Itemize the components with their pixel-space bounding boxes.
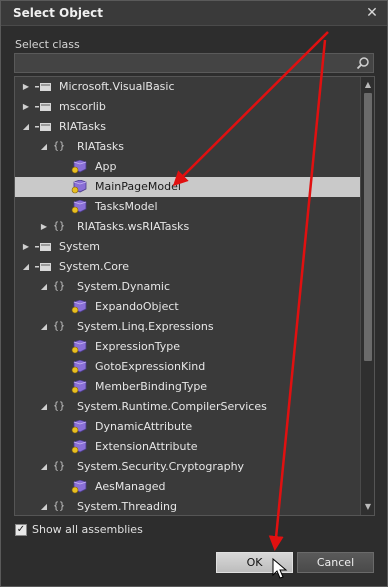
tree-rows: ▶ Microsoft.VisualBasic ▶ mscorlib ◢ RIATasks… <box>15 77 361 515</box>
collapsed-arrow-icon[interactable]: ▶ <box>21 97 31 117</box>
namespace-icon: {} <box>53 461 66 472</box>
expanded-arrow-icon[interactable]: ◢ <box>39 277 49 297</box>
tree-row-system-linq-expressions[interactable]: ◢ {} System.Linq.Expressions <box>15 317 361 337</box>
expanded-arrow-icon[interactable]: ◢ <box>39 317 49 337</box>
namespace-icon: {} <box>53 141 66 152</box>
search-icon[interactable] <box>356 56 370 70</box>
tree-row-label: System.Security.Cryptography <box>77 460 245 473</box>
namespace-icon: {} <box>53 501 66 512</box>
tree-row-aesmanaged[interactable]: AesManaged <box>15 477 361 497</box>
assembly-icon <box>35 240 53 254</box>
tree-row-expandoobject[interactable]: ExpandoObject <box>15 297 361 317</box>
namespace-icon: {} <box>53 321 66 332</box>
class-icon <box>71 419 89 434</box>
tree-row-mainpagemodel[interactable]: MainPageModel <box>15 177 361 197</box>
tree-row-label: TasksModel <box>95 200 158 213</box>
ok-button[interactable]: OK <box>216 552 293 573</box>
namespace-icon: {} <box>53 401 66 412</box>
show-all-label: Show all assemblies <box>32 523 143 536</box>
namespace-icon: {} <box>53 221 66 232</box>
tree-row-system-runtime-compilerservices[interactable]: ◢ {} System.Runtime.CompilerServices <box>15 397 361 417</box>
tree-row-label: DynamicAttribute <box>95 420 193 433</box>
tree-row-extensionattribute[interactable]: ExtensionAttribute <box>15 437 361 457</box>
tree-row-app[interactable]: App <box>15 157 361 177</box>
class-tree[interactable]: ▶ Microsoft.VisualBasic ▶ mscorlib ◢ RIATasks… <box>14 76 375 516</box>
tree-row-label: System <box>59 240 101 253</box>
tree-row-label: ExtensionAttribute <box>95 440 198 453</box>
scroll-down-icon[interactable]: ▼ <box>363 502 373 512</box>
tree-row-label: System.Core <box>59 260 129 273</box>
class-icon <box>71 339 89 354</box>
tree-row-riatasks-wsriatasks[interactable]: ▶ {} RIATasks.wsRIATasks <box>15 217 361 237</box>
select-object-dialog: Select Object ✕ Select class ▶ Microsoft.… <box>0 0 388 587</box>
cancel-button[interactable]: Cancel <box>297 552 374 573</box>
tree-row-label: App <box>95 160 117 173</box>
tree-row-label: System.Dynamic <box>77 280 171 293</box>
tree-row-label: GotoExpressionKind <box>95 360 206 373</box>
tree-scrollbar[interactable]: ▲ ▼ <box>360 77 374 515</box>
class-icon <box>71 299 89 314</box>
assembly-icon <box>35 120 53 134</box>
class-icon <box>71 439 89 454</box>
search-input[interactable] <box>15 54 373 72</box>
tree-row-label: ExpandoObject <box>95 300 179 313</box>
class-icon <box>71 359 89 374</box>
tree-row-label: RIATasks.wsRIATasks <box>77 220 190 233</box>
dialog-title: Select Object <box>13 6 103 20</box>
tree-row-label: mscorlib <box>59 100 106 113</box>
assembly-icon <box>35 260 53 274</box>
tree-row-system[interactable]: ▶ System <box>15 237 361 257</box>
tree-row-label: AesManaged <box>95 480 166 493</box>
tree-row-memberbindingtype[interactable]: MemberBindingType <box>15 377 361 397</box>
tree-row-label: System.Linq.Expressions <box>77 320 214 333</box>
tree-row-label: MainPageModel <box>95 180 181 193</box>
collapsed-arrow-icon[interactable]: ▶ <box>21 237 31 257</box>
assembly-icon <box>35 100 53 114</box>
tree-row-system-threading[interactable]: ◢ {} System.Threading <box>15 497 361 515</box>
tree-row-label: ExpressionType <box>95 340 180 353</box>
select-class-label: Select class <box>15 38 80 51</box>
class-icon <box>71 179 89 194</box>
tree-row-mscorlib[interactable]: ▶ mscorlib <box>15 97 361 117</box>
expanded-arrow-icon[interactable]: ◢ <box>39 397 49 417</box>
scroll-up-icon[interactable]: ▲ <box>363 80 373 90</box>
expanded-arrow-icon[interactable]: ◢ <box>39 137 49 157</box>
expanded-arrow-icon[interactable]: ◢ <box>39 457 49 477</box>
close-icon[interactable]: ✕ <box>363 4 381 22</box>
tree-row-dynamicattribute[interactable]: DynamicAttribute <box>15 417 361 437</box>
expanded-arrow-icon[interactable]: ◢ <box>21 257 31 277</box>
title-bar: Select Object ✕ <box>1 1 387 26</box>
tree-row-label: MemberBindingType <box>95 380 208 393</box>
tree-row-label: RIATasks <box>59 120 107 133</box>
search-box[interactable] <box>14 53 374 73</box>
tree-row-riatasks[interactable]: ◢ RIATasks <box>15 117 361 137</box>
class-icon <box>71 199 89 214</box>
class-icon <box>71 379 89 394</box>
tree-row-system-security-cryptography[interactable]: ◢ {} System.Security.Cryptography <box>15 457 361 477</box>
tree-row-tasksmodel[interactable]: TasksModel <box>15 197 361 217</box>
tree-row-system-dynamic[interactable]: ◢ {} System.Dynamic <box>15 277 361 297</box>
class-icon <box>71 159 89 174</box>
tree-row-system-core[interactable]: ◢ System.Core <box>15 257 361 277</box>
tree-row-gotoexpressionkind[interactable]: GotoExpressionKind <box>15 357 361 377</box>
tree-row-label: System.Runtime.CompilerServices <box>77 400 267 413</box>
tree-row-expressiontype[interactable]: ExpressionType <box>15 337 361 357</box>
collapsed-arrow-icon[interactable]: ▶ <box>21 77 31 97</box>
class-icon <box>71 479 89 494</box>
tree-row-microsoft-visualbasic[interactable]: ▶ Microsoft.VisualBasic <box>15 77 361 97</box>
tree-row-label: RIATasks <box>77 140 125 153</box>
assembly-icon <box>35 80 53 94</box>
expanded-arrow-icon[interactable]: ◢ <box>21 117 31 137</box>
expanded-arrow-icon[interactable]: ◢ <box>39 497 49 515</box>
tree-row-label: Microsoft.VisualBasic <box>59 80 175 93</box>
namespace-icon: {} <box>53 281 66 292</box>
tree-row-label: System.Threading <box>77 500 177 513</box>
tree-row-riatasks[interactable]: ◢ {} RIATasks <box>15 137 361 157</box>
collapsed-arrow-icon[interactable]: ▶ <box>39 217 49 237</box>
show-all-checkbox[interactable]: ✓ <box>15 524 27 536</box>
scroll-thumb[interactable] <box>364 93 372 361</box>
